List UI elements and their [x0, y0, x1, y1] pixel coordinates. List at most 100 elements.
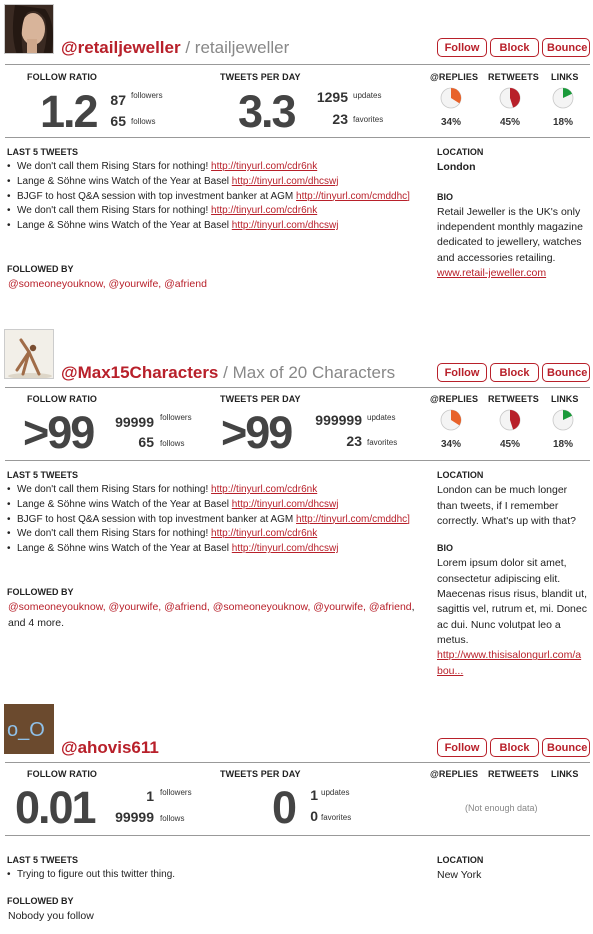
followers-count: 99999 — [115, 414, 154, 430]
links-percent: 18% — [552, 117, 573, 128]
avatar[interactable] — [4, 4, 54, 54]
bounce-button[interactable]: Bounce — [542, 38, 590, 57]
follow-ratio-value: 1.2 — [40, 86, 99, 137]
retweets-label: RETWEETS — [488, 394, 539, 404]
tweet-text: Lange & Söhne wins Watch of the Year at … — [17, 543, 232, 555]
profile-handle[interactable]: @retailjeweller — [61, 38, 181, 57]
yoga-pose-photo-icon — [5, 330, 53, 378]
follow-ratio-value: 0.01 — [15, 782, 97, 833]
avatar-emoticon-text: o_O — [7, 719, 45, 741]
stats-row: FOLLOW RATIO >99 99999 followers 65 foll… — [0, 388, 593, 460]
followed-by-list: Nobody you follow — [8, 908, 423, 924]
updates-label: updates — [353, 91, 382, 100]
updates-count: 999999 — [315, 412, 362, 428]
tweet-text: BJGF to host Q&A session with top invest… — [17, 513, 297, 525]
followed-by-users[interactable]: @someoneyouknow, @yourwife, @afriend, @s… — [8, 601, 412, 613]
favorites-label: favorites — [353, 115, 384, 124]
name-separator: / — [223, 363, 228, 382]
tweet-link[interactable]: http://tinyurl.com/dhcswj — [232, 176, 339, 187]
block-button[interactable]: Block — [490, 363, 539, 382]
tweet-list: We don't call them Rising Stars for noth… — [7, 483, 427, 557]
tweets-per-day-value: >99 — [221, 407, 293, 458]
profile-names: @ahovis611 — [61, 738, 159, 758]
tweet-link[interactable]: http://tinyurl.com/dhcswj — [232, 220, 339, 231]
tweet-text: BJGF to host Q&A session with top invest… — [17, 190, 297, 202]
followers-count: 87 — [110, 92, 126, 108]
action-buttons: Follow Block Bounce — [437, 738, 590, 757]
profile-header: @Max15Characters / Max of 20 Characters … — [0, 325, 593, 383]
list-item: Lange & Söhne wins Watch of the Year at … — [7, 542, 427, 557]
location-value: New York — [437, 869, 482, 882]
retweets-pie-chart — [499, 409, 521, 431]
retweets-pie-chart — [499, 87, 521, 109]
replies-label: @REPLIES — [430, 394, 479, 404]
location-label: LOCATION — [437, 470, 484, 480]
followed-by-list: @someoneyouknow, @yourwife, @afriend, @s… — [8, 599, 423, 631]
follow-button[interactable]: Follow — [437, 363, 487, 382]
links-pie-chart — [552, 87, 574, 109]
avatar[interactable]: o_O — [4, 704, 54, 754]
profile-sidebar: LOCATION London can be much longer than … — [437, 468, 587, 679]
block-button[interactable]: Block — [490, 38, 539, 57]
followed-by-list[interactable]: @someoneyouknow, @yourwife, @afriend — [8, 276, 423, 292]
bio-link[interactable]: http://www.thisisalongurl.com/abou... — [437, 648, 585, 679]
tweet-text: Trying to figure out this twitter thing. — [17, 869, 176, 880]
name-separator: / — [185, 38, 191, 57]
tweet-text: We don't call them Rising Stars for noth… — [17, 528, 212, 540]
block-button[interactable]: Block — [490, 738, 539, 757]
tweet-link[interactable]: http://tinyurl.com/cmddhc] — [296, 191, 410, 202]
tweet-text: Lange & Söhne wins Watch of the Year at … — [17, 220, 232, 232]
tweets-per-day-value: 0 — [272, 782, 297, 833]
action-buttons: Follow Block Bounce — [437, 363, 590, 382]
replies-percent: 34% — [440, 117, 461, 128]
profile-handle[interactable]: @ahovis611 — [61, 738, 159, 757]
avatar[interactable] — [4, 329, 54, 379]
bio-link[interactable]: www.retail-jeweller.com — [437, 267, 546, 279]
bounce-button[interactable]: Bounce — [542, 738, 590, 757]
follow-ratio-value: >99 — [23, 407, 95, 458]
tweet-link[interactable]: http://tinyurl.com/cdr6nk — [211, 161, 317, 172]
tweet-link[interactable]: http://tinyurl.com/dhcswj — [232, 543, 339, 554]
action-buttons: Follow Block Bounce — [437, 38, 590, 57]
tweet-text: We don't call them Rising Stars for noth… — [17, 484, 212, 495]
follows-count: 65 — [138, 434, 154, 450]
replies-pie-chart — [440, 87, 462, 109]
bounce-button[interactable]: Bounce — [542, 363, 590, 382]
profile-header: o_O @ahovis611 Follow Block Bounce — [0, 700, 593, 758]
tweet-text: We don't call them Rising Stars for noth… — [17, 205, 212, 217]
links-label: LINKS — [551, 394, 579, 404]
follow-button[interactable]: Follow — [437, 738, 487, 757]
last-tweets-label: LAST 5 TWEETS — [7, 147, 79, 157]
follows-count: 99999 — [115, 809, 154, 825]
profile-full-name: retailjeweller — [194, 38, 290, 57]
tweets-per-day-label: TWEETS PER DAY — [220, 72, 301, 82]
last-tweets-label: LAST 5 TWEETS — [7, 470, 79, 480]
replies-pie-chart — [440, 409, 462, 431]
follows-count: 65 — [110, 113, 126, 129]
followers-label: followers — [160, 413, 192, 422]
location-value: London — [437, 161, 476, 174]
follow-button[interactable]: Follow — [437, 38, 487, 57]
tweet-link[interactable]: http://tinyurl.com/cdr6nk — [211, 205, 317, 216]
bio-text: Lorem ipsum dolor sit amet, consectetur … — [437, 557, 587, 646]
profile-sidebar: LOCATION London BIO Retail Jeweller is t… — [437, 145, 587, 281]
profile-card-max15characters: @Max15Characters / Max of 20 Characters … — [0, 325, 593, 677]
replies-label: @REPLIES — [430, 769, 479, 779]
tweet-link[interactable]: http://tinyurl.com/cmddhc] — [296, 514, 410, 525]
updates-label: updates — [367, 413, 396, 422]
list-item: Lange & Söhne wins Watch of the Year at … — [7, 219, 427, 234]
list-item: We don't call them Rising Stars for noth… — [7, 160, 427, 175]
profile-names: @retailjeweller / retailjeweller — [61, 38, 289, 58]
followed-by-label: FOLLOWED BY — [7, 896, 74, 906]
tweet-link[interactable]: http://tinyurl.com/cdr6nk — [211, 484, 317, 495]
updates-count: 1295 — [316, 89, 348, 105]
tweet-link[interactable]: http://tinyurl.com/dhcswj — [232, 499, 339, 510]
divider — [5, 460, 590, 461]
profile-names: @Max15Characters / Max of 20 Characters — [61, 363, 395, 383]
tweet-link[interactable]: http://tinyurl.com/cdr6nk — [211, 528, 317, 539]
list-item: Lange & Söhne wins Watch of the Year at … — [7, 498, 427, 513]
favorites-label: favorites — [367, 438, 398, 447]
profile-full-name: Max of 20 Characters — [232, 363, 396, 382]
profile-handle[interactable]: @Max15Characters — [61, 363, 218, 382]
followers-label: followers — [160, 788, 192, 797]
